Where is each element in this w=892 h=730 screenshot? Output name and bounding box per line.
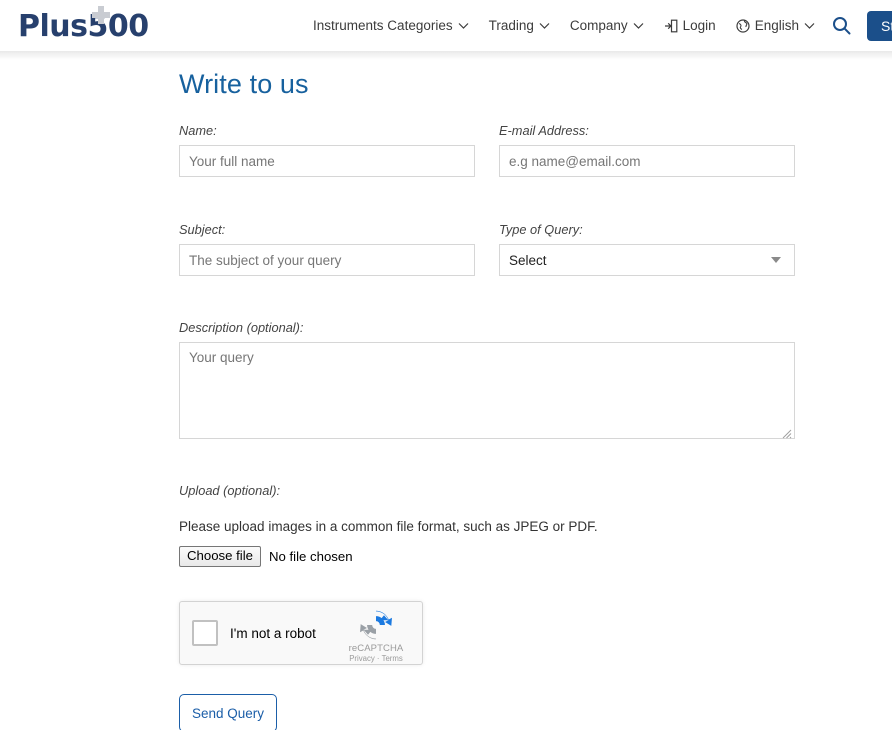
field-group-upload: Upload (optional): Please upload images … [179, 483, 795, 567]
file-status-label: No file chosen [268, 549, 353, 564]
search-icon[interactable] [825, 0, 859, 51]
field-group-subject: Subject: [179, 222, 475, 276]
field-group-description: Description (optional): [179, 320, 795, 439]
type-of-query-label: Type of Query: [499, 222, 583, 237]
description-textarea-holder [179, 342, 795, 439]
nav-item-language[interactable]: English [726, 0, 825, 51]
start-button-label: Sta [880, 17, 892, 34]
recaptcha-link-separator: · [376, 654, 380, 663]
description-textarea[interactable] [179, 342, 795, 439]
type-of-query-select-wrap: Select [499, 244, 795, 276]
write-to-us-form: Write to us Name: E-mail Address: Subjec… [179, 69, 795, 730]
nav-label: Company [569, 18, 628, 33]
choose-file-button[interactable]: Choose file [179, 546, 261, 567]
nav-item-company[interactable]: Company [560, 0, 654, 51]
subject-label: Subject: [179, 222, 226, 237]
page-title: Write to us [179, 69, 309, 99]
logo-text: Plus500 [18, 9, 149, 44]
upload-label: Upload (optional): [179, 483, 281, 498]
email-label: E-mail Address: [499, 123, 589, 138]
send-query-button[interactable]: Send Query [179, 694, 277, 730]
recaptcha-checkbox[interactable] [192, 620, 218, 646]
email-input[interactable] [499, 145, 795, 177]
recaptcha-branding: reCAPTCHA Privacy · Terms [339, 608, 413, 664]
type-of-query-select[interactable]: Select [499, 244, 795, 276]
nav-item-login[interactable]: Login [654, 0, 726, 51]
field-group-email: E-mail Address: [499, 123, 795, 177]
name-label: Name: [179, 123, 217, 138]
plus500-logo[interactable]: Plus500 [18, 6, 154, 44]
upload-note: Please upload images in a common file fo… [179, 519, 598, 534]
globe-icon [736, 18, 750, 33]
field-group-type-of-query: Type of Query: Select [499, 222, 795, 276]
login-door-icon [664, 19, 678, 33]
form-row-name-email: Name: E-mail Address: [179, 123, 795, 177]
recaptcha-brand-name: reCAPTCHA [348, 643, 404, 654]
recaptcha-label: I'm not a robot [230, 625, 316, 641]
chevron-down-icon [633, 18, 644, 33]
nav-item-instruments-categories[interactable]: Instruments Categories [303, 0, 479, 51]
nav-label: Trading [488, 18, 534, 33]
form-row-subject-type: Subject: Type of Query: Select [179, 222, 795, 276]
recaptcha-terms-link[interactable]: Terms [382, 654, 403, 663]
recaptcha-logo-icon [360, 610, 392, 640]
main-navigation: Instruments Categories Trading Company L… [303, 0, 892, 51]
description-label: Description (optional): [179, 320, 304, 335]
nav-label: Login [682, 18, 716, 33]
recaptcha-legal-links: Privacy · Terms [339, 654, 413, 664]
plus-icon [92, 6, 110, 24]
recaptcha-privacy-link[interactable]: Privacy [349, 654, 375, 663]
chevron-down-icon [804, 18, 815, 33]
nav-label: Instruments Categories [313, 18, 453, 33]
start-trading-button[interactable]: Sta [866, 10, 892, 41]
field-group-name: Name: [179, 123, 475, 177]
recaptcha-widget[interactable]: I'm not a robot reCAPTCHA Privacy · Term… [179, 601, 423, 665]
type-of-query-selected-value: Select [509, 252, 547, 268]
subject-input[interactable] [179, 244, 475, 276]
chevron-down-icon [458, 18, 469, 33]
chevron-down-icon [539, 18, 550, 33]
header-shadow [0, 51, 892, 60]
file-picker: Choose file No file chosen [179, 546, 795, 567]
nav-item-trading[interactable]: Trading [479, 0, 560, 51]
site-header: Plus500 Instruments Categories Trading C… [0, 0, 892, 51]
nav-label: English [754, 18, 799, 33]
name-input[interactable] [179, 145, 475, 177]
